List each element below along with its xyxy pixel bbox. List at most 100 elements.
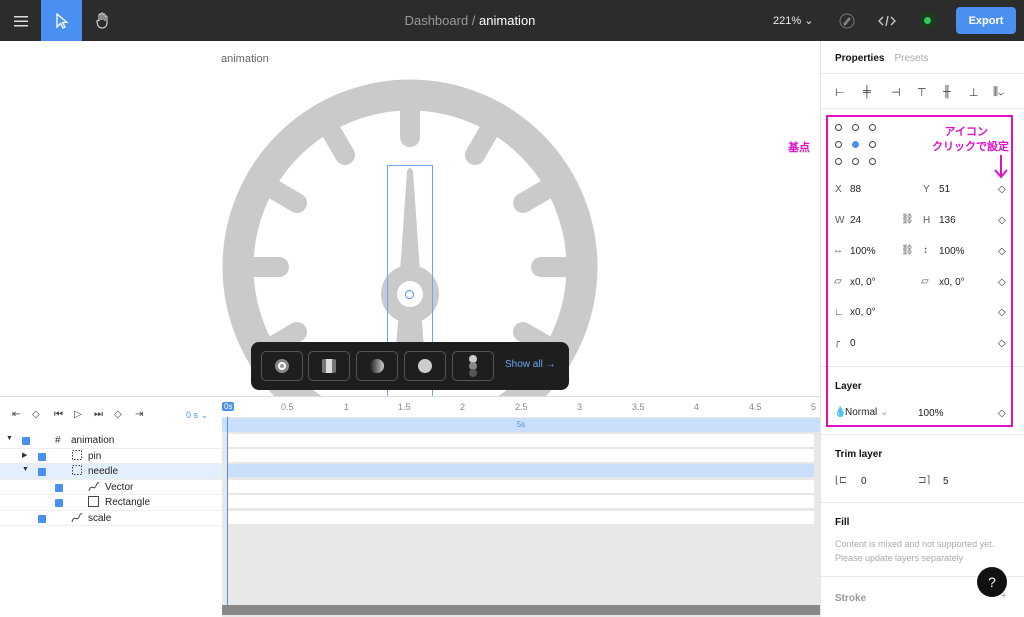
go-to-start-icon[interactable]: ⇤ (12, 409, 20, 420)
trim-end-field[interactable]: 5 (943, 476, 949, 487)
ruler-tick: 2 (460, 402, 466, 412)
canvas[interactable]: animation Show all → (0, 41, 820, 396)
trim-start-field[interactable]: 0 (861, 476, 867, 487)
ruler-tick: 4 (694, 402, 700, 412)
time-display[interactable]: 0 s ⌄ (186, 410, 208, 421)
layer-list: ▼ # animation ▶ pin ▼ needle Vector Rect… (0, 433, 222, 526)
align-middle-v-icon[interactable]: ╫ (943, 86, 951, 98)
time-ruler[interactable]: 0s 0.5 1 1.5 2 2.5 3 3.5 4 4.5 5 (222, 397, 820, 417)
prev-keyframe-icon[interactable]: ◇ (32, 409, 40, 420)
layer-row-pin[interactable]: ▶ pin (0, 449, 222, 464)
step-back-icon[interactable]: ⏮ (54, 409, 63, 420)
align-left-icon[interactable]: ⊢ (835, 86, 845, 99)
track-row[interactable] (228, 495, 814, 508)
ruler-tick: 3 (577, 402, 583, 412)
code-icon[interactable] (866, 0, 907, 41)
divider (821, 108, 1024, 109)
layer-name: animation (71, 435, 115, 446)
layer-visibility-checkbox[interactable] (55, 483, 63, 492)
align-right-icon[interactable]: ⊣ (891, 86, 901, 99)
duration-label: 5s (516, 420, 526, 429)
preset-linear[interactable] (308, 351, 350, 381)
track-row[interactable] (228, 480, 814, 493)
layer-name: Rectangle (105, 497, 151, 508)
layer-row-rectangle[interactable]: Rectangle (0, 495, 222, 511)
ruler-tick: 4.5 (749, 402, 762, 412)
pen-icon[interactable] (826, 0, 867, 41)
fill-section-title: Fill (835, 517, 850, 528)
chevron-down-icon: ⌄ (200, 410, 209, 420)
play-icon[interactable]: ▷ (74, 409, 82, 420)
divider (821, 502, 1024, 503)
breadcrumb-parent[interactable]: Dashboard (405, 13, 469, 28)
playhead[interactable] (227, 417, 228, 607)
ruler-tick: 5 (811, 402, 817, 412)
zoom-selector[interactable]: 221% ⌄ (773, 14, 813, 27)
ruler-tick: 0s (222, 402, 235, 411)
distribute-icon[interactable]: ⫼⌄ (993, 86, 1004, 99)
stroke-section-title: Stroke (835, 593, 867, 604)
alignment-toolbar: ⊢ ╪ ⊣ ⊤ ╫ ⊥ ⫼⌄ (835, 86, 1015, 100)
track-row[interactable] (228, 464, 814, 477)
ruler-tick: 2.5 (515, 402, 528, 412)
expand-toggle-icon[interactable]: ▼ (6, 435, 13, 442)
layer-row-needle[interactable]: ▼ needle (0, 464, 222, 480)
go-to-end-icon[interactable]: ⇥ (135, 409, 143, 420)
layer-visibility-checkbox[interactable] (38, 468, 46, 476)
layer-name: Vector (105, 481, 134, 493)
timeline: ⇤ ◇ ⏮ ▷ ⏭ ◇ ⇥ 0 s ⌄ ▼ # animation ▶ pin … (0, 396, 820, 617)
show-all-link[interactable]: Show all → (505, 359, 556, 370)
help-button[interactable]: ? (977, 567, 1007, 597)
group-icon (72, 449, 82, 463)
annotation-icon-line2: クリックで設定 (932, 141, 1009, 153)
preset-radial[interactable] (261, 351, 303, 381)
layer-visibility-checkbox[interactable] (38, 514, 46, 523)
divider (821, 434, 1024, 435)
ruler-tick: 0.5 (281, 402, 294, 412)
layer-row-vector[interactable]: Vector (0, 480, 222, 495)
layer-visibility-checkbox[interactable] (55, 499, 63, 507)
timeline-tracks[interactable]: 0s 0.5 1 1.5 2 2.5 3 3.5 4 4.5 5 5s (222, 397, 820, 617)
tab-presets[interactable]: Presets (894, 53, 928, 64)
layer-row-animation[interactable]: ▼ # animation (0, 433, 222, 449)
zoom-value: 221% (773, 15, 802, 27)
horizontal-scrollbar[interactable] (222, 605, 820, 615)
tab-properties[interactable]: Properties (835, 53, 884, 64)
trim-section-title: Trim layer (835, 449, 883, 460)
animation-presets-bar: Show all → (251, 342, 569, 390)
expand-toggle-icon[interactable]: ▶ (22, 451, 27, 459)
export-button[interactable]: Export (956, 7, 1016, 34)
track-row[interactable] (228, 434, 814, 447)
ruler-tick: 3.5 (632, 402, 645, 412)
next-keyframe-icon[interactable]: ◇ (114, 409, 122, 420)
align-center-h-icon[interactable]: ╪ (863, 86, 871, 98)
anchor-point[interactable] (405, 290, 414, 299)
preset-bounce[interactable] (452, 351, 494, 381)
time-value: 0 s (186, 410, 199, 420)
annotation-highlight-box (826, 115, 1013, 427)
track-row[interactable] (228, 511, 814, 524)
divider (821, 73, 1024, 74)
step-forward-icon[interactable]: ⏭ (94, 409, 103, 420)
panel-tabs: Properties Presets (835, 53, 928, 64)
track-row[interactable] (228, 449, 814, 462)
preset-fade[interactable] (356, 351, 398, 381)
align-top-icon[interactable]: ⊤ (917, 86, 927, 99)
annotation-origin-label: 基点 (788, 142, 810, 154)
layer-visibility-checkbox[interactable] (22, 437, 30, 445)
duration-bar[interactable]: 5s (222, 418, 820, 432)
breadcrumb-current: animation (479, 13, 536, 28)
ruler-tick: 1 (344, 402, 350, 412)
trim-end-icon: ⊐⌉ (918, 475, 931, 486)
frame-icon: # (55, 435, 61, 446)
layer-name: needle (88, 466, 119, 477)
group-icon (72, 465, 82, 478)
record-icon[interactable] (920, 13, 935, 28)
align-bottom-icon[interactable]: ⊥ (969, 86, 979, 99)
layer-visibility-checkbox[interactable] (38, 452, 46, 461)
layer-row-scale[interactable]: scale (0, 511, 222, 526)
preset-solid[interactable] (404, 351, 446, 381)
expand-toggle-icon[interactable]: ▼ (22, 466, 29, 473)
vector-icon (88, 481, 100, 495)
trim-start-icon: ⌊⊏ (835, 475, 848, 486)
